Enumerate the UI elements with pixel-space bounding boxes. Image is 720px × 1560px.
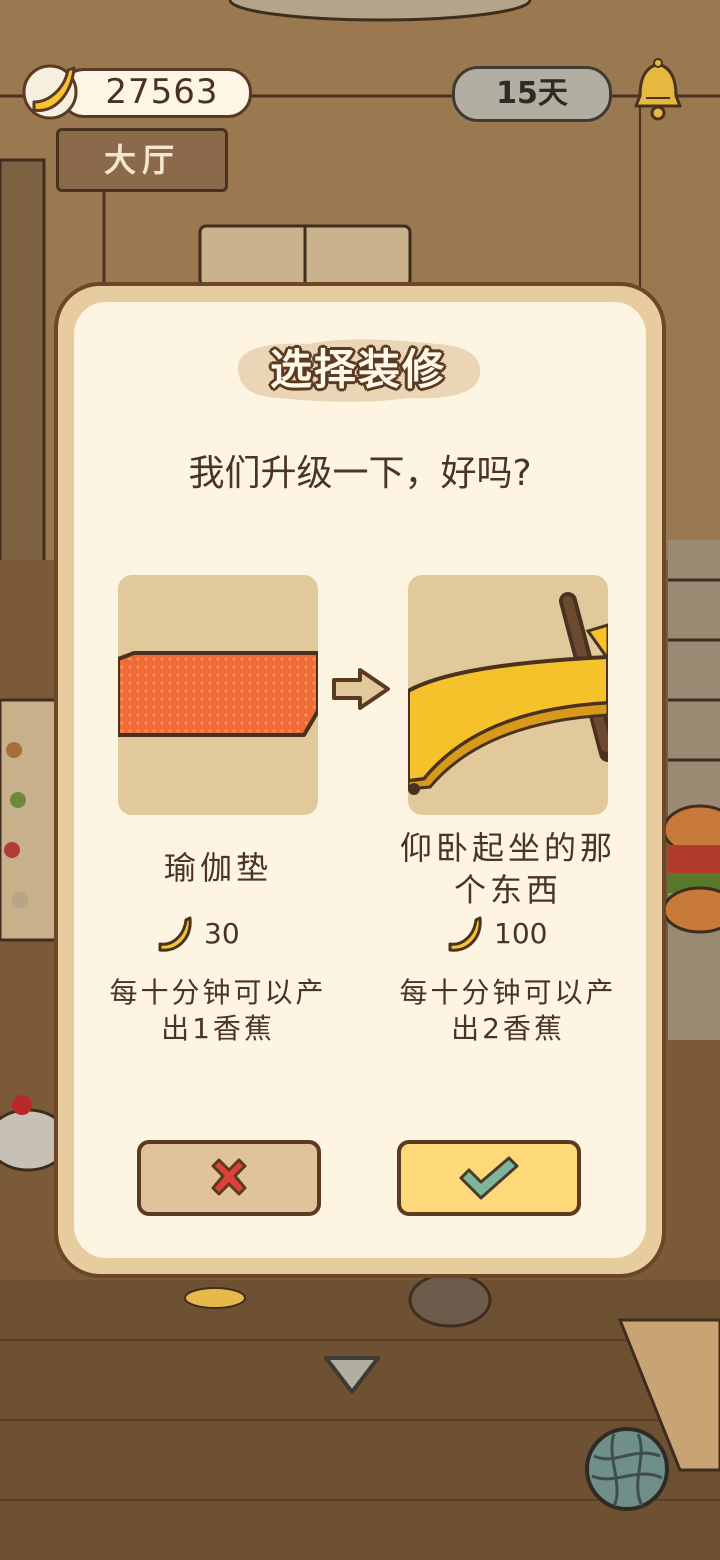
current-item-desc-line1: 每十分钟可以产: [109, 976, 327, 1009]
room-sign: 大厅: [56, 128, 228, 192]
current-item-price: 30: [156, 914, 276, 954]
upgrade-item-price-value: 100: [494, 917, 548, 950]
dialog-question: 我们升级一下，好吗?: [188, 453, 532, 494]
current-item-price-value: 30: [204, 917, 240, 950]
current-item-name: 瑜伽垫: [163, 849, 272, 887]
upgrade-item-desc-line2: 出2香蕉: [451, 1012, 565, 1045]
situp-bench-image: [408, 592, 608, 795]
upgrade-item-name-line2: 个东西: [453, 871, 562, 909]
confirm-button[interactable]: [397, 1140, 581, 1216]
yoga-mat-image: [118, 651, 318, 737]
upgrade-item-price: 100: [446, 914, 586, 954]
banana-count: 27563: [105, 72, 219, 112]
dialog-title: 选择装修: [269, 345, 446, 394]
yarn-ball-icon[interactable]: [584, 1426, 670, 1512]
upgrade-item-desc-line1: 每十分钟可以产: [399, 976, 617, 1009]
red-x-icon: [211, 1158, 247, 1196]
bell-icon[interactable]: [630, 58, 686, 124]
green-check-icon: [459, 1156, 519, 1200]
day-counter: 15天: [452, 66, 612, 122]
cancel-button[interactable]: [137, 1140, 321, 1216]
chevron-down-icon[interactable]: [322, 1352, 382, 1396]
current-item-card: [118, 575, 318, 815]
upgrade-item-card: [408, 575, 608, 815]
banana-coin-icon: [22, 64, 78, 120]
banana-icon: [158, 916, 192, 952]
arrow-right-icon: [332, 668, 390, 710]
current-item-desc-line2: 出1香蕉: [161, 1012, 275, 1045]
upgrade-item-name-line1: 仰卧起坐的那: [399, 829, 616, 867]
banana-counter: 27563: [20, 62, 252, 120]
banana-icon: [448, 916, 482, 952]
